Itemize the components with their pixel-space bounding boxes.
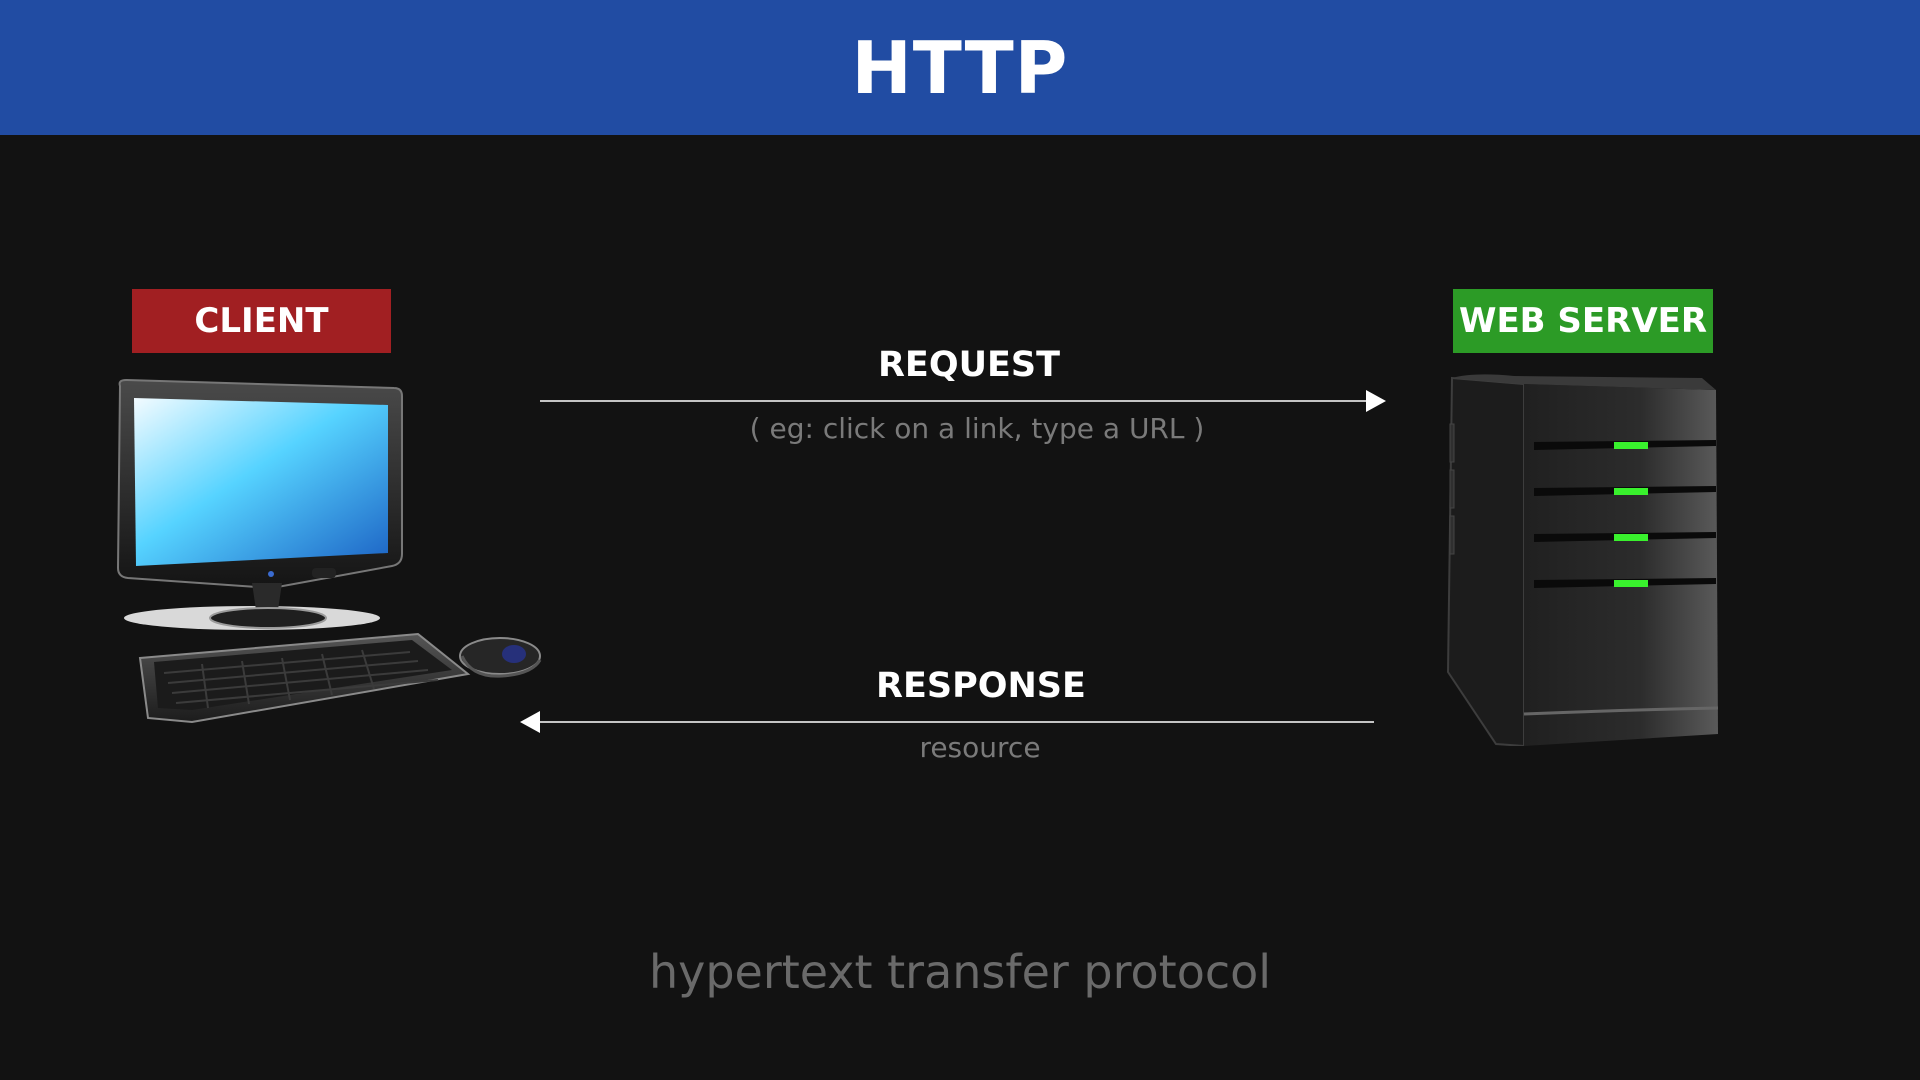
response-label: RESPONSE — [876, 666, 1086, 706]
server-tag: WEB SERVER — [1453, 289, 1713, 353]
request-label: REQUEST — [877, 345, 1061, 385]
title-bar: HTTP — [0, 0, 1920, 135]
diagram-stage: HTTP CLIENT WEB SERVER REQUEST (eg: cli… — [0, 0, 1920, 1080]
response-subtitle: resource — [919, 731, 1041, 764]
footer-caption: hypertext transfer protocol — [648, 945, 1272, 999]
desktop-computer-icon — [116, 378, 542, 724]
page-title: HTTP — [851, 25, 1069, 110]
request-subtitle: ( eg: click on a link, type a URL ) — [749, 412, 1205, 445]
client-tag: CLIENT — [132, 289, 391, 353]
server-tower-icon — [1446, 374, 1719, 746]
